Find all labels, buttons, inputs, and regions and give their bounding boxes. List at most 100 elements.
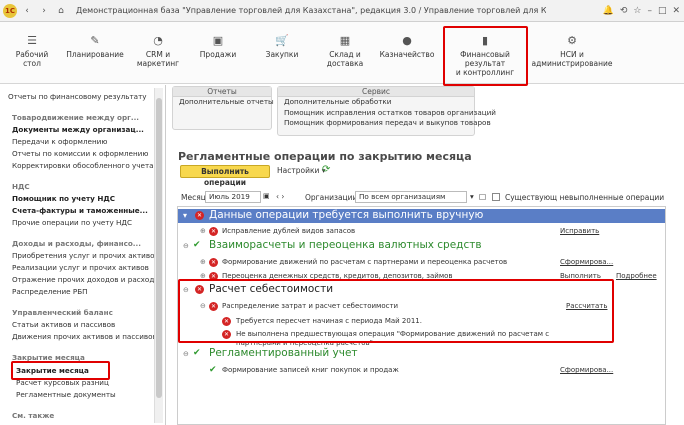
- panel-link[interactable]: Помощник исправления остатков товаров ор…: [278, 108, 496, 119]
- refresh-icon[interactable]: ⟳: [322, 164, 330, 175]
- panel-link[interactable]: Помощник формирования передач и выкупов …: [278, 118, 491, 129]
- sidebar-item[interactable]: Документы между организац...: [12, 125, 144, 134]
- group-row-regulated[interactable]: ⊖ ✔ Регламентированный учет: [178, 347, 665, 361]
- panel-link[interactable]: Дополнительные отчеты: [173, 97, 274, 108]
- reports-panel-header: Отчеты: [173, 87, 271, 97]
- sidebar-item[interactable]: Приобретения услуг и прочих активов: [12, 251, 159, 260]
- minimize-icon[interactable]: –: [647, 6, 652, 16]
- run-operations-button[interactable]: Выполнить операции: [180, 165, 270, 187]
- section-purchases[interactable]: 🛒 Закупки: [260, 30, 304, 60]
- warehouse-icon: ▦: [339, 33, 351, 47]
- sidebar-item[interactable]: Движения прочих активов и пассивов: [12, 332, 157, 341]
- service-panel-header: Сервис: [278, 87, 474, 97]
- cart-icon: 🛒: [275, 33, 289, 47]
- menu-icon: ☰: [27, 33, 37, 47]
- check-icon: ✔: [193, 240, 201, 250]
- sidebar-item[interactable]: Статьи активов и пассивов: [12, 320, 115, 329]
- check-icon: ✔: [209, 365, 217, 375]
- sidebar-group-goods: Товародвижение между орг...: [12, 113, 140, 122]
- table-row[interactable]: ⊕ ✕ Формирование движений по расчетам с …: [178, 256, 665, 268]
- organizations-label: Организации:: [305, 193, 360, 202]
- sidebar-scrollbar[interactable]: [154, 88, 163, 423]
- month-stepper-icon[interactable]: ‹ ›: [276, 192, 284, 201]
- section-crm[interactable]: ◔ CRM и маркетинг: [133, 30, 183, 69]
- sidebar-item[interactable]: Помощник по учету НДС: [12, 194, 115, 203]
- window-title: Демонстрационная база "Управление торгов…: [76, 6, 546, 15]
- close-icon[interactable]: ✕: [672, 6, 680, 16]
- reports-panel: Отчеты Дополнительные отчеты: [172, 86, 274, 130]
- existing-ops-checkbox[interactable]: [492, 193, 500, 201]
- sidebar-item[interactable]: Распределение РБП: [12, 287, 88, 296]
- sidebar-item[interactable]: Счета-фактуры и таможенные...: [12, 206, 148, 215]
- sidebar-group-balance: Управленческий баланс: [12, 308, 113, 317]
- star-icon[interactable]: ☆: [633, 6, 641, 16]
- settings-menu[interactable]: Настройки ▾: [277, 166, 326, 175]
- sidebar-item[interactable]: Регламентные документы: [16, 390, 116, 399]
- sidebar-item[interactable]: Передачи к оформлению: [12, 137, 107, 146]
- expand-icon[interactable]: ⊕: [200, 258, 207, 266]
- sections-panel: ☰ Рабочий стол ✎ Планирование ◔ CRM и марк…: [0, 22, 684, 84]
- form-title: Регламентные операции по закрытию месяца: [178, 150, 472, 163]
- group-title: Данные операции требуется выполнить вруч…: [209, 209, 484, 221]
- error-icon: ✕: [209, 227, 218, 236]
- group-title: Регламентированный учет: [209, 347, 358, 359]
- existing-ops-label: Существующ невыполненные операции: [505, 193, 665, 202]
- month-field[interactable]: Июль 2019: [205, 191, 261, 203]
- sidebar-item[interactable]: Прочие операции по учету НДС: [12, 218, 132, 227]
- sidebar-item[interactable]: Реализации услуг и прочих активов: [12, 263, 149, 272]
- service-panel: Сервис Дополнительные обработки Помощник…: [277, 86, 496, 136]
- section-desktop[interactable]: ☰ Рабочий стол: [10, 30, 54, 69]
- form-link[interactable]: Сформирова...: [560, 258, 613, 266]
- app-logo-icon: 1С: [3, 3, 17, 18]
- section-sales[interactable]: ▣ Продажи: [196, 30, 240, 60]
- check-icon: ✔: [193, 348, 201, 358]
- sidebar-group-income: Доходы и расходы, финансо...: [12, 239, 141, 248]
- section-warehouse[interactable]: ▦ Склад и доставка: [318, 30, 372, 69]
- highlight-month-close: [11, 361, 110, 380]
- error-icon: ✕: [195, 211, 204, 220]
- group-row-settlements[interactable]: ⊖ ✔ Взаиморасчеты и переоценка валютных …: [178, 239, 665, 253]
- section-nsi-admin[interactable]: ⚙ НСИ и администрирование: [530, 30, 614, 69]
- treasury-icon: ●: [402, 33, 412, 47]
- table-row[interactable]: ⊕ ✕ Исправление дублей видов запасов Исп…: [178, 225, 665, 237]
- operation-text: Исправление дублей видов запасов: [222, 227, 356, 235]
- collapse-icon[interactable]: ▾: [183, 211, 187, 220]
- back-icon[interactable]: ‹: [20, 4, 34, 18]
- sidebar-item-fin-reports[interactable]: Отчеты по финансовому результату: [8, 92, 147, 101]
- form-link[interactable]: Сформирова...: [560, 366, 613, 374]
- scrollbar-thumb[interactable]: [156, 98, 162, 398]
- gear-icon: ⚙: [567, 33, 577, 47]
- operation-text: Формирование записей книг покупок и прод…: [222, 366, 399, 374]
- section-treasury[interactable]: ● Казначейство: [378, 30, 436, 60]
- sidebar-item[interactable]: Отражение прочих доходов и расход...: [12, 275, 161, 284]
- highlight-financial-section: [443, 26, 528, 86]
- forward-icon[interactable]: ›: [37, 4, 51, 18]
- expand-icon[interactable]: ⊕: [200, 227, 207, 235]
- collapse-icon[interactable]: ⊖: [183, 242, 190, 250]
- highlight-cost-group: [178, 279, 614, 343]
- crm-icon: ◔: [153, 33, 163, 47]
- sidebar-item[interactable]: Отчеты по комиссии к оформлению: [12, 149, 148, 158]
- table-row[interactable]: ✔ Формирование записей книг покупок и пр…: [178, 364, 665, 376]
- sidebar-item[interactable]: Корректировки обособленного учета: [12, 161, 154, 170]
- details-link[interactable]: Подробнее: [616, 272, 657, 280]
- maximize-icon[interactable]: □: [658, 6, 667, 16]
- dropdown-icon[interactable]: ▾: [470, 192, 474, 201]
- calendar-icon[interactable]: ▣: [263, 192, 270, 200]
- section-planning[interactable]: ✎ Планирование: [62, 30, 128, 60]
- organizations-field[interactable]: По всем организациям: [355, 191, 467, 203]
- operation-text: Формирование движений по расчетам с парт…: [222, 258, 508, 266]
- group-title: Взаиморасчеты и переоценка валютных сред…: [209, 239, 482, 251]
- open-icon[interactable]: □: [479, 192, 486, 201]
- error-icon: ✕: [209, 258, 218, 267]
- title-bar: 1С ‹ › ⌂ Демонстрационная база "Управлен…: [0, 0, 684, 22]
- panel-link[interactable]: Дополнительные обработки: [278, 97, 474, 108]
- home-icon[interactable]: ⌂: [54, 4, 68, 18]
- bell-icon[interactable]: 🔔: [603, 6, 614, 16]
- planning-icon: ✎: [90, 33, 100, 47]
- sales-icon: ▣: [212, 33, 224, 47]
- collapse-icon[interactable]: ⊖: [183, 350, 190, 358]
- fix-link[interactable]: Исправить: [560, 227, 599, 235]
- history-icon[interactable]: ⟲: [620, 6, 628, 16]
- group-row-manual[interactable]: ▾ ✕ Данные операции требуется выполнить …: [178, 209, 665, 223]
